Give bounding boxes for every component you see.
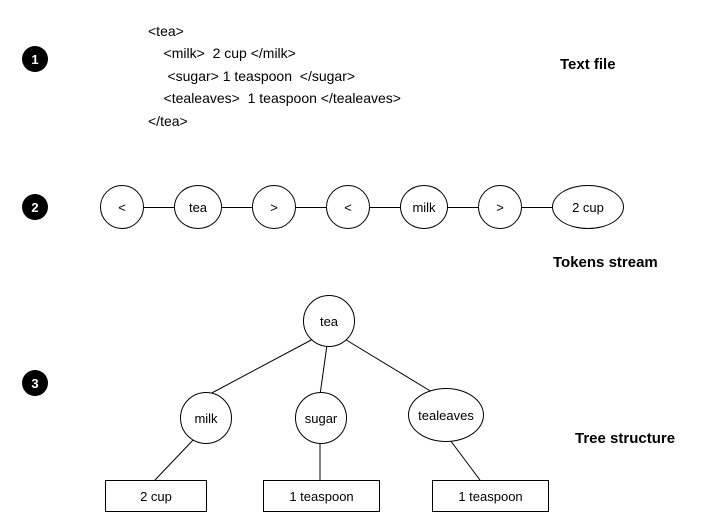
- tree-node-label: sugar: [305, 411, 338, 426]
- tree-leaf-label: 2 cup: [140, 489, 172, 504]
- tree-node-root: tea: [303, 295, 355, 347]
- token-connector: [296, 207, 326, 208]
- token-text: >: [270, 200, 278, 215]
- token-text: <: [118, 200, 126, 215]
- label-tree-structure: Tree structure: [575, 430, 675, 447]
- token-text: tea: [189, 200, 207, 215]
- token-connector: [522, 207, 552, 208]
- token-text: >: [496, 200, 504, 215]
- tree-node-sugar: sugar: [295, 392, 347, 444]
- tree-node-milk: milk: [180, 392, 232, 444]
- token-gt-icon: >: [252, 185, 296, 229]
- tree-node-label: tea: [320, 314, 338, 329]
- token-connector: [144, 207, 174, 208]
- step-badge-1: 1: [22, 46, 48, 72]
- token-milk: milk: [400, 185, 448, 229]
- tree-leaf-label: 1 teaspoon: [458, 489, 522, 504]
- tree-leaf-label: 1 teaspoon: [289, 489, 353, 504]
- token-text: 2 cup: [572, 200, 604, 215]
- token-2cup: 2 cup: [552, 185, 624, 229]
- tokens-stream-row: < tea > < milk > 2 cup: [100, 185, 624, 229]
- token-connector: [222, 207, 252, 208]
- tree-leaf-1tsp-tea: 1 teaspoon: [432, 480, 549, 512]
- label-tokens-stream: Tokens stream: [553, 254, 658, 271]
- tree-node-label: tealeaves: [418, 408, 474, 423]
- step-badge-2: 2: [22, 194, 48, 220]
- token-gt-icon: >: [478, 185, 522, 229]
- label-text-file: Text file: [560, 56, 616, 73]
- token-text: <: [344, 200, 352, 215]
- xml-code-block: <tea> <milk> 2 cup </milk> <sugar> 1 tea…: [148, 20, 401, 132]
- tree-node-tealeaves: tealeaves: [408, 388, 484, 442]
- token-text: milk: [412, 200, 435, 215]
- tree-leaf-2cup: 2 cup: [105, 480, 207, 512]
- step-number: 3: [31, 376, 38, 391]
- step-badge-3: 3: [22, 370, 48, 396]
- token-lt-icon: <: [326, 185, 370, 229]
- token-tea: tea: [174, 185, 222, 229]
- tree-leaf-1tsp-sugar: 1 teaspoon: [263, 480, 380, 512]
- token-lt-icon: <: [100, 185, 144, 229]
- step-number: 1: [31, 52, 38, 67]
- tree-node-label: milk: [194, 411, 217, 426]
- step-number: 2: [31, 200, 38, 215]
- token-connector: [370, 207, 400, 208]
- token-connector: [448, 207, 478, 208]
